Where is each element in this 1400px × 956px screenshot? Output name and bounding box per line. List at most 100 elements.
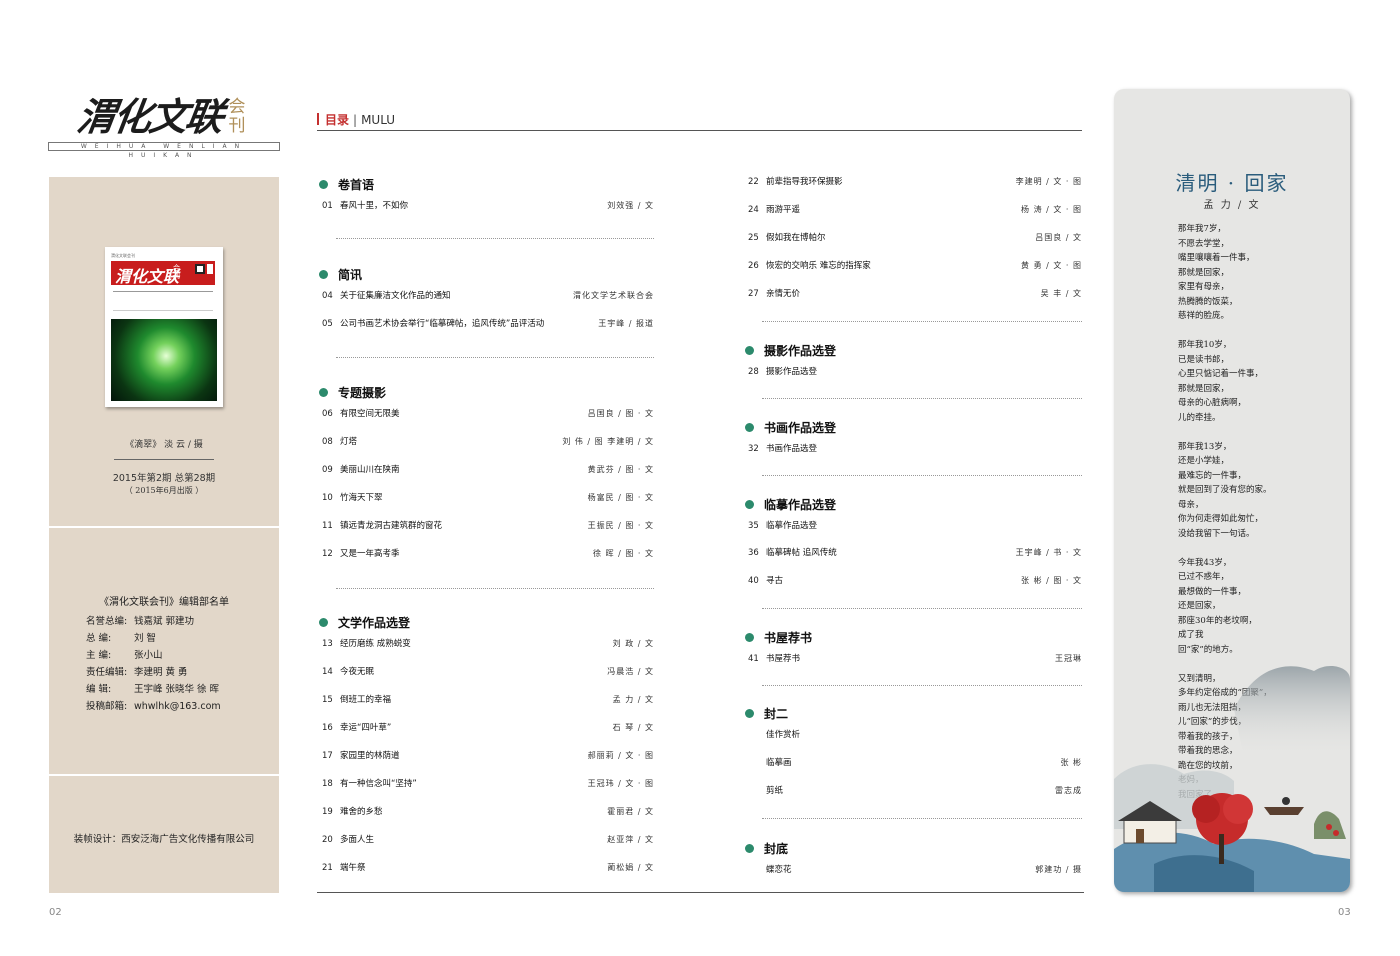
- toc-entry-author: 雷志成: [1055, 786, 1082, 795]
- toc-entry-title: 佳作赏析: [766, 730, 801, 740]
- toc-entry-author: 王宇峰 / 报道: [598, 319, 654, 328]
- staff-name: 李建明 黄 勇: [134, 667, 188, 678]
- toc-entry: 佳作赏析: [745, 728, 1082, 742]
- toc-entry-title: 幸运“四叶草”: [340, 723, 392, 733]
- section-bullet-icon: [745, 633, 754, 642]
- toc-entry-title: 家园里的林荫道: [340, 751, 400, 761]
- toc-title-en: MULU: [361, 113, 396, 127]
- cover-top-text: 渭化文联会刊: [111, 253, 135, 258]
- page-number-left: 02: [49, 907, 62, 918]
- toc-entry: 10 竹海天下翠 杨富民 / 图 · 文: [319, 491, 654, 505]
- poem-title: 清明 · 回家: [1175, 171, 1289, 195]
- dotted-divider: [762, 818, 1082, 819]
- toc-entry: 13 经历磨练 成熟蜕变 刘 政 / 文: [319, 637, 654, 651]
- toc-entry-title: 亲情无价: [766, 289, 801, 299]
- toc-entry-page: 21: [322, 863, 333, 873]
- poem-panel: 清明 · 回家 孟 力 / 文 那年我7岁， 不愿去学堂， 嘴里嚷嚷着一件事， 那就是…: [1114, 89, 1350, 892]
- toc-entry-page: 25: [748, 233, 759, 243]
- toc-entry: 40 寻古 张 彬 / 图 · 文: [745, 574, 1082, 588]
- toc-entry-author: 张 彬 / 图 · 文: [1021, 576, 1082, 585]
- poem-line: 心里只惦记着一件事，: [1178, 369, 1264, 379]
- toc-entry: 35 临摹作品选登: [745, 519, 1082, 533]
- design-credit: 装帧设计：西安泛海广告文化传播有限公司: [73, 834, 255, 845]
- publication-date: （ 2015年6月出版 ）: [124, 486, 204, 495]
- section-bullet-icon: [745, 346, 754, 355]
- toc-entry-title: 美丽山川在陕南: [340, 465, 400, 475]
- toc-section-title: 封二: [764, 707, 789, 721]
- poem-line: 今年我43岁，: [1178, 557, 1232, 568]
- toc-section-title: 卷首语: [338, 178, 375, 192]
- section-bullet-icon: [745, 844, 754, 853]
- dotted-divider: [336, 238, 654, 239]
- toc-entry: 12 又是一年高考季 徐 晖 / 图 · 文: [319, 547, 654, 561]
- toc-entry: 04 关于征集廉洁文化作品的通知 渭化文学艺术联合会: [319, 289, 654, 303]
- toc-entry: 15 倒班工的幸福 孟 力 / 文: [319, 693, 654, 707]
- toc-entry-author: 孟 力 / 文: [612, 695, 654, 704]
- toc-entry-author: 王冠琳: [1055, 654, 1082, 663]
- toc-entry-author: 吕国良 / 文: [1035, 233, 1082, 242]
- toc-entry-author: 渭化文学艺术联合会: [573, 291, 654, 300]
- left-info-panel: 渭化文联会刊 渭化文联 会刊 《滴翠》 淡 云 / 摄 2015年第2期 总第2…: [49, 177, 279, 893]
- dotted-divider: [336, 588, 654, 589]
- staff-row: 责任编辑: 李建明 黄 勇: [86, 664, 276, 681]
- staff-row: 名誉总编: 钱嘉斌 郭建功: [86, 613, 276, 630]
- staff-name: 刘 智: [134, 633, 157, 644]
- toc-entry-title: 蝶恋花: [766, 865, 792, 875]
- toc-entry-page: 28: [748, 367, 759, 377]
- toc-entry: 蝶恋花 郭建功 / 摄: [745, 863, 1082, 877]
- staff-role: 投稿邮箱:: [86, 701, 128, 712]
- toc-entry-author: 郭建功 / 摄: [1035, 865, 1082, 874]
- toc-section-title: 摄影作品选登: [764, 344, 837, 358]
- poem-line: 不愿去学堂，: [1178, 238, 1230, 249]
- staff-row: 投稿邮箱: whwlhk@163.com: [86, 698, 276, 715]
- toc-entry-title: 竹海天下翠: [340, 493, 383, 503]
- toc-entry-author: 郝丽莉 / 文 · 图: [587, 751, 654, 760]
- dotted-divider: [762, 398, 1082, 399]
- section-bullet-icon: [745, 423, 754, 432]
- toc-entry-page: 19: [322, 807, 333, 817]
- toc-entry-author: 石 琴 / 文: [612, 723, 654, 732]
- toc-entry-title: 剪纸: [766, 786, 784, 796]
- toc-entry: 01 春风十里，不如你 刘效强 / 文: [319, 199, 654, 213]
- toc-title: 目录 | MULU: [317, 113, 395, 127]
- toc-entry: 16 幸运“四叶草” 石 琴 / 文: [319, 721, 654, 735]
- page-number-right: 03: [1338, 907, 1351, 918]
- staff-role: 责任编辑:: [86, 667, 128, 678]
- staff-row: 编 辑: 王宇峰 张晓华 徐 晖: [86, 681, 276, 698]
- poem-line: 儿的牵挂。: [1178, 412, 1221, 423]
- toc-entry-page: 08: [322, 437, 333, 447]
- cover-logo-text: 渭化文联: [115, 267, 180, 286]
- toc-entry-title: 经历磨练 成熟蜕变: [340, 639, 411, 649]
- toc-entry-author: 吴 丰 / 文: [1040, 289, 1082, 298]
- toc-entry: 09 美丽山川在陕南 黄武芬 / 图 · 文: [319, 463, 654, 477]
- toc-section-heading: 临摹作品选登: [745, 496, 836, 513]
- toc-entry-author: 杨富民 / 图 · 文: [587, 493, 654, 502]
- toc-entry-page: 15: [322, 695, 333, 705]
- masthead-pinyin: WEIHUA WENLIAN HUIKAN: [80, 143, 248, 159]
- toc-entry: 41 书屋荐书 王冠琳: [745, 652, 1082, 666]
- poem-line: 家里有母亲，: [1178, 282, 1230, 292]
- stanza-gap: [1178, 425, 1348, 440]
- toc-entry: 11 镇远青龙洞古建筑群的窗花 王振民 / 图 · 文: [319, 519, 654, 533]
- poem-line: 那就是回家，: [1178, 267, 1230, 278]
- toc-entry: 28 摄影作品选登: [745, 365, 1082, 379]
- toc-entry-author: 刘 伟 / 图 李建明 / 文: [562, 437, 654, 446]
- dotted-divider: [762, 475, 1082, 476]
- toc-header: 目录 | MULU: [317, 111, 1082, 131]
- toc-title-cn: 目录: [325, 113, 350, 127]
- issue-number: 2015年第2期 总第28期: [112, 473, 216, 484]
- toc-entry: 21 端午祭 蔺松娟 / 文: [319, 861, 654, 875]
- cover-logo-kan: 会刊: [173, 264, 180, 280]
- section-bullet-icon: [319, 180, 328, 189]
- masthead-kan: 会刊: [228, 97, 246, 136]
- poem-line: 没给我留下一句话。: [1178, 528, 1255, 539]
- masthead-title: 渭化文联: [74, 94, 225, 139]
- poem-line: 还是回家，: [1178, 601, 1221, 611]
- section-bullet-icon: [319, 388, 328, 397]
- toc-entry-author: 杨 涛 / 文 · 图: [1021, 205, 1082, 214]
- toc-entry-title: 又是一年高考季: [340, 549, 400, 559]
- toc-accent-bar: [317, 113, 319, 125]
- toc-entry-page: 05: [322, 319, 333, 329]
- toc-entry-author: 王宇峰 / 书 · 文: [1015, 548, 1082, 557]
- toc-entry-page: 40: [748, 576, 759, 586]
